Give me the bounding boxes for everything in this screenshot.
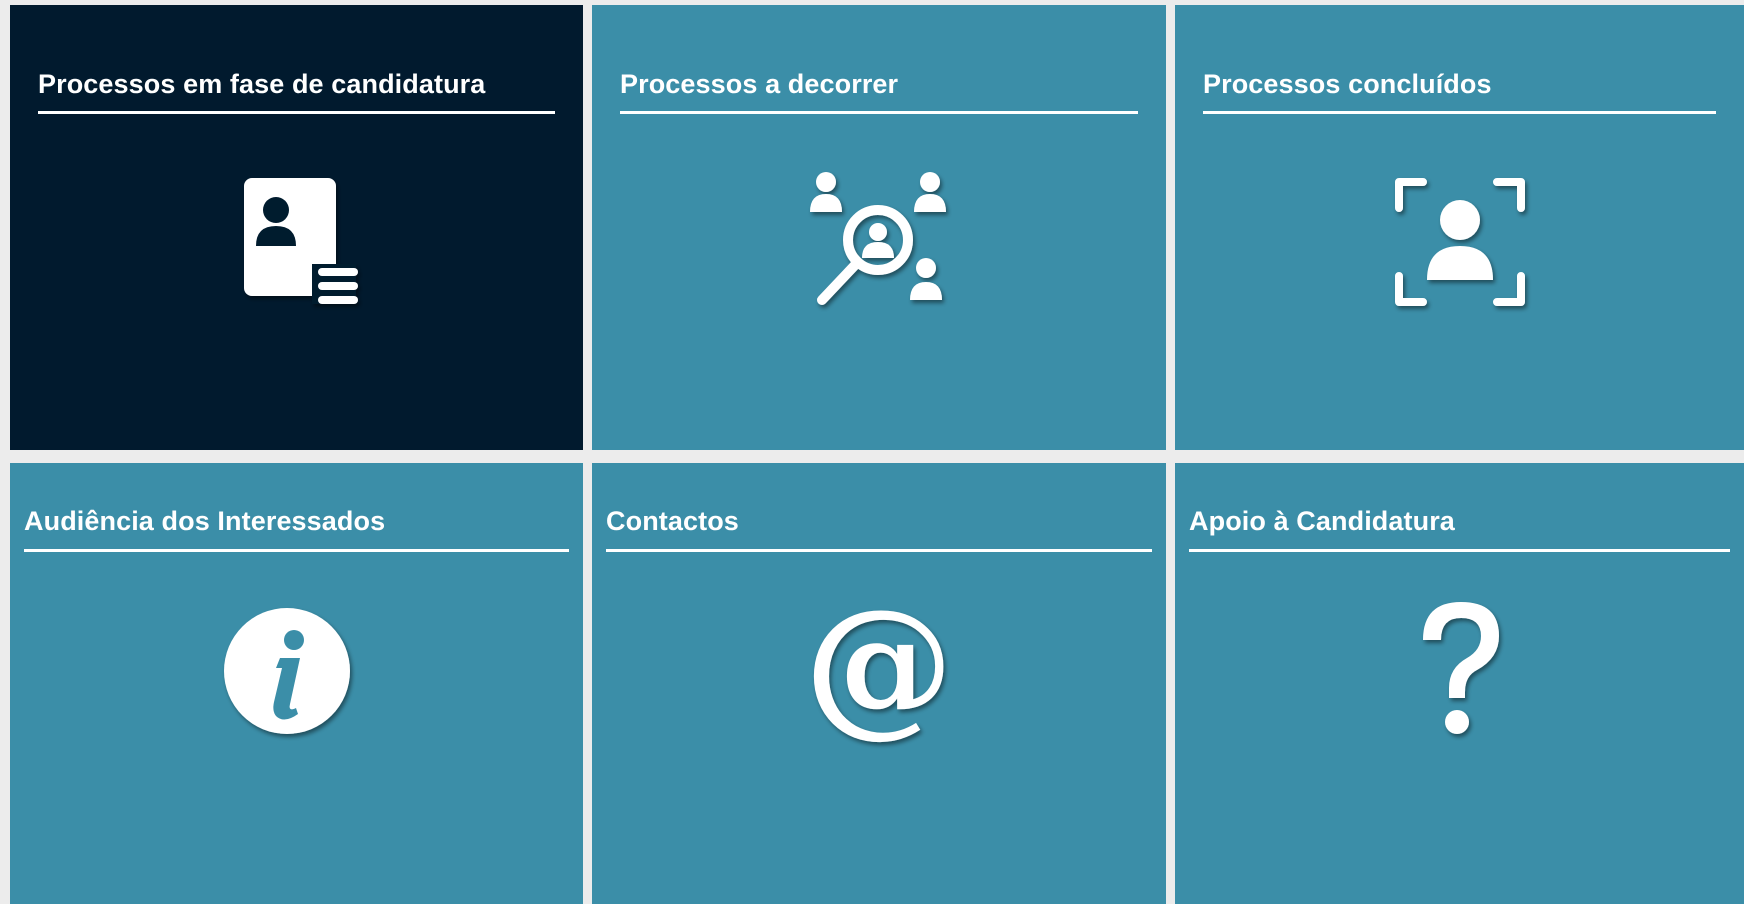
tile-divider [1189, 549, 1730, 552]
at-sign-icon: @ [804, 596, 954, 746]
people-search-icon [804, 168, 954, 318]
tile-title: Contactos [606, 506, 739, 536]
question-mark-icon [1385, 596, 1535, 746]
tile-divider [620, 111, 1138, 114]
info-icon [212, 596, 362, 746]
user-focus-frame-icon [1385, 168, 1535, 318]
tile-processos-candidatura[interactable]: Processos em fase de candidatura [10, 5, 583, 450]
tile-title: Processos a decorrer [620, 69, 899, 99]
tile-title: Apoio à Candidatura [1189, 506, 1455, 536]
id-card-list-icon [222, 168, 372, 318]
tile-title: Processos concluídos [1203, 69, 1492, 99]
tile-divider [606, 549, 1152, 552]
tile-divider [1203, 111, 1716, 114]
tile-title: Audiência dos Interessados [24, 506, 386, 536]
tile-processos-concluidos[interactable]: Processos concluídos [1175, 5, 1744, 450]
tile-processos-decorrer[interactable]: Processos a decorrer [592, 5, 1166, 450]
tile-divider [24, 549, 569, 552]
tile-grid: Processos em fase de candidatura Process… [0, 0, 1744, 904]
tile-title: Processos em fase de candidatura [38, 69, 486, 99]
svg-text:@: @ [804, 596, 954, 746]
tile-divider [38, 111, 555, 114]
